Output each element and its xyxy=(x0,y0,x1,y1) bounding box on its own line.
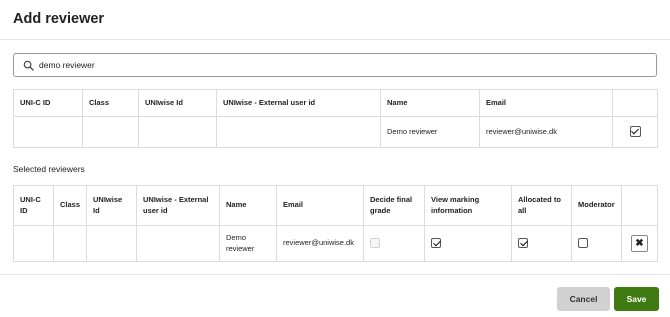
close-icon: ✖ xyxy=(635,238,644,249)
column-header xyxy=(612,89,658,117)
column-header: Class xyxy=(53,185,87,226)
column-header: Email xyxy=(276,185,364,226)
class-cell xyxy=(82,116,139,148)
decide-final-grade-checkbox xyxy=(370,238,380,249)
dialog-footer: Cancel Save xyxy=(0,274,670,317)
dialog-title: Add reviewer xyxy=(13,11,105,27)
decide-final-grade-cell xyxy=(363,225,425,262)
name-cell: Demo reviewer xyxy=(219,225,277,262)
view-marking-information-checkbox[interactable] xyxy=(431,238,441,249)
class-cell xyxy=(53,225,87,262)
save-button[interactable]: Save xyxy=(614,287,659,311)
search-results-table: UNI-C ID Class UNIwise Id UNIwise - Exte… xyxy=(13,89,658,148)
email-cell: reviewer@uniwise.dk xyxy=(479,116,613,148)
external-id-cell xyxy=(136,225,220,262)
select-cell xyxy=(612,116,658,148)
email-cell: reviewer@uniwise.dk xyxy=(276,225,364,262)
column-header: UNIwise Id xyxy=(86,185,137,226)
moderator-cell xyxy=(571,225,622,262)
column-header: Allocated to all xyxy=(511,185,572,226)
search-input[interactable] xyxy=(39,57,639,73)
column-header: Moderator xyxy=(571,185,622,226)
moderator-checkbox[interactable] xyxy=(578,238,588,249)
column-header: Class xyxy=(82,89,139,117)
column-header: UNIwise - External user id xyxy=(216,89,381,117)
remove-cell: ✖ xyxy=(621,225,658,262)
unic-id-cell xyxy=(13,116,83,148)
table-row: Demo reviewer reviewer@uniwise.dk ✖ xyxy=(13,225,658,262)
column-header: UNI-C ID xyxy=(13,89,83,117)
remove-reviewer-button[interactable]: ✖ xyxy=(631,235,648,252)
column-header: Name xyxy=(219,185,277,226)
uniwise-id-cell xyxy=(138,116,217,148)
table-header-row: UNI-C ID Class UNIwise Id UNIwise - Exte… xyxy=(13,185,658,226)
column-header: Decide final grade xyxy=(363,185,425,226)
selected-reviewers-label: Selected reviewers xyxy=(13,164,85,174)
column-header: Name xyxy=(380,89,480,117)
selected-reviewers-table: UNI-C ID Class UNIwise Id UNIwise - Exte… xyxy=(13,185,658,262)
unic-id-cell xyxy=(13,225,54,262)
search-box[interactable] xyxy=(13,53,657,77)
column-header xyxy=(621,185,658,226)
column-header: UNIwise Id xyxy=(138,89,217,117)
search-icon xyxy=(23,60,34,71)
allocated-to-all-cell xyxy=(511,225,572,262)
name-cell: Demo reviewer xyxy=(380,116,480,148)
select-reviewer-checkbox[interactable] xyxy=(629,126,641,138)
cancel-button[interactable]: Cancel xyxy=(557,287,610,311)
table-row[interactable]: Demo reviewer reviewer@uniwise.dk xyxy=(13,116,658,148)
column-header: UNIwise - External user id xyxy=(136,185,220,226)
table-header-row: UNI-C ID Class UNIwise Id UNIwise - Exte… xyxy=(13,89,658,117)
external-id-cell xyxy=(216,116,381,148)
view-marking-information-cell xyxy=(424,225,512,262)
column-header: UNI-C ID xyxy=(13,185,54,226)
column-header: View marking information xyxy=(424,185,512,226)
uniwise-id-cell xyxy=(86,225,137,262)
dialog-header: Add reviewer xyxy=(0,0,670,40)
allocated-to-all-checkbox[interactable] xyxy=(518,238,528,249)
column-header: Email xyxy=(479,89,613,117)
